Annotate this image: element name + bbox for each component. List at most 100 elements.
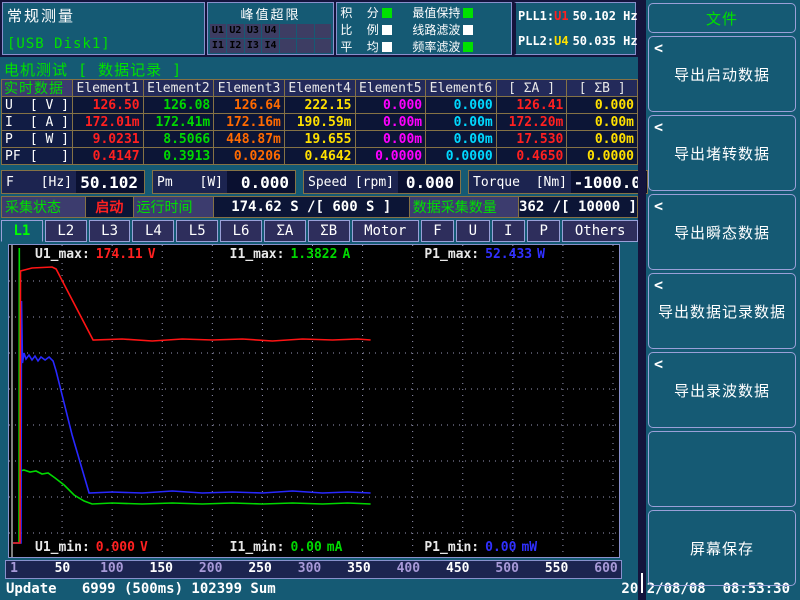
- min-label-p1_min: P1_min:0.00mW: [424, 540, 619, 555]
- runtime-value: 174.62 S /[ 600 S ]: [214, 197, 409, 217]
- tab-others[interactable]: Others: [562, 220, 638, 242]
- sidebar-button-屏幕保存[interactable]: 屏幕保存: [648, 510, 796, 586]
- sidebar-button-导出数据记录数据[interactable]: < 导出数据记录数据: [648, 273, 796, 349]
- x-tick-100: 100: [100, 561, 123, 576]
- tab-l3[interactable]: L3: [89, 220, 131, 242]
- sidebar-button-导出录波数据[interactable]: <导出录波数据: [648, 352, 796, 428]
- peak-cell-I2: I2: [227, 39, 244, 53]
- chart-label-unit: mW: [521, 540, 537, 555]
- indicator-off: [463, 25, 473, 35]
- column-header: Element6: [426, 80, 496, 96]
- sidebar-button-label: 导出启动数据: [674, 64, 770, 85]
- value-cell: 190.59m: [285, 114, 355, 130]
- peak-cell-empty-1-6: [315, 39, 332, 53]
- row-name: I: [5, 115, 13, 130]
- tab-σb[interactable]: ΣB: [308, 220, 350, 242]
- x-tick-550: 550: [545, 561, 568, 576]
- chart-label-value: 1.3822: [290, 247, 337, 262]
- x-tick-250: 250: [248, 561, 271, 576]
- readout-f: F[Hz]50.102: [1, 170, 145, 194]
- acq-status-value: 启动: [86, 197, 132, 217]
- tab-i[interactable]: I: [492, 220, 525, 242]
- tab-u[interactable]: U: [456, 220, 489, 242]
- indicator-on: [382, 8, 392, 18]
- pll-name: PLL1:: [518, 9, 554, 23]
- tab-l1[interactable]: L1: [1, 220, 43, 242]
- trend-chart: U1_max:174.11VI1_max:1.3822AP1_max:52.43…: [8, 244, 620, 558]
- value-cell: 19.655: [285, 131, 355, 147]
- value-cell: 0.00m: [426, 114, 496, 130]
- readout-label: Torque[Nm]: [469, 171, 571, 193]
- mode-label: 最值保持: [412, 4, 460, 21]
- min-label-u1_min: U1_min:0.000V: [35, 540, 230, 555]
- sidebar-button-label: 导出数据记录数据: [658, 301, 786, 322]
- usb-disk-status: [USB Disk1]: [7, 36, 111, 52]
- x-tick-200: 200: [199, 561, 222, 576]
- sidebar-menu: 文件 <导出启动数据<导出堵转数据<导出瞬态数据<导出数据记录数据<导出录波数据…: [648, 3, 796, 586]
- sidebar-button-导出瞬态数据[interactable]: <导出瞬态数据: [648, 194, 796, 270]
- readout-unit: [Hz]: [41, 175, 72, 190]
- value-cell: 126.50: [73, 97, 143, 113]
- value-cell: 0.000: [356, 97, 426, 113]
- peak-cell-U2: U2: [227, 24, 244, 38]
- chart-label-unit: A: [342, 247, 350, 262]
- value-cell: 0.00m: [567, 131, 637, 147]
- peak-cell-U3: U3: [245, 24, 262, 38]
- tab-p[interactable]: P: [527, 220, 560, 242]
- sidebar-button-label: 导出瞬态数据: [674, 222, 770, 243]
- value-cell: 126.41: [497, 97, 567, 113]
- sample-count-value: 362 /[ 10000 ]: [519, 197, 637, 217]
- readout-torque: Torque[Nm]-1000.0: [468, 170, 648, 194]
- mode-row-2: 平 均频率滤波: [340, 38, 508, 55]
- readout-value: 0.000: [398, 171, 460, 193]
- mode-row-1: 比 例线路滤波: [340, 21, 508, 38]
- readout-label: F[Hz]: [2, 171, 76, 193]
- tab-l5[interactable]: L5: [176, 220, 218, 242]
- top-strip: 常规测量 [USB Disk1] 峰值超限 U1U2U3U4I1I2I3I4 积…: [0, 0, 638, 57]
- sidebar-button-导出启动数据[interactable]: <导出启动数据: [648, 36, 796, 112]
- max-label-u1_max: U1_max:174.11V: [35, 247, 230, 262]
- sidebar-button-导出堵转数据[interactable]: <导出堵转数据: [648, 115, 796, 191]
- value-cell: 0.000: [426, 97, 496, 113]
- indicator-off: [382, 42, 392, 52]
- tab-l2[interactable]: L2: [45, 220, 87, 242]
- peak-overlimit-box: 峰值超限 U1U2U3U4I1I2I3I4: [207, 2, 335, 55]
- readout-unit: [Nm]: [536, 175, 567, 190]
- x-tick-350: 350: [347, 561, 370, 576]
- tab-motor[interactable]: Motor: [352, 220, 419, 242]
- value-cell: 126.64: [214, 97, 284, 113]
- value-cell: 0.0000: [567, 148, 637, 164]
- sidebar-cursor-tick: [641, 573, 643, 593]
- column-header: [ ΣA ]: [497, 80, 567, 96]
- peak-cell-empty-0-4: [280, 24, 297, 38]
- chart-label-name: U1_min:: [35, 540, 90, 555]
- tab-σa[interactable]: ΣA: [264, 220, 306, 242]
- pll-source: U4: [554, 34, 568, 48]
- tab-l6[interactable]: L6: [220, 220, 262, 242]
- x-tick-50: 50: [55, 561, 71, 576]
- chart-x-axis: 150100150200250300350400450500550600: [5, 560, 622, 579]
- max-label-i1_max: I1_max:1.3822A: [230, 247, 425, 262]
- chart-label-name: P1_max:: [424, 247, 479, 262]
- tab-l4[interactable]: L4: [132, 220, 174, 242]
- tab-f[interactable]: F: [421, 220, 454, 242]
- sidebar-button-empty[interactable]: [648, 431, 796, 507]
- row-unit: [ V ]: [30, 98, 69, 113]
- mode-item: 平 均: [340, 38, 412, 55]
- table-corner: 实时数据: [2, 80, 72, 96]
- peak-cell-U4: U4: [262, 24, 279, 38]
- chart-max-labels: U1_max:174.11VI1_max:1.3822AP1_max:52.43…: [35, 247, 619, 262]
- chart-label-unit: V: [148, 247, 156, 262]
- chart-label-value: 0.00: [485, 540, 516, 555]
- value-cell: 0.0206: [214, 148, 284, 164]
- row-name: PF: [5, 149, 21, 164]
- value-cell: 0.00m: [356, 114, 426, 130]
- pll-name: PLL2:: [518, 34, 554, 48]
- peak-cell-I3: I3: [245, 39, 262, 53]
- test-mode-line: 电机测试 [ 数据记录 ]: [4, 59, 182, 80]
- chevron-left-icon: <: [654, 276, 664, 294]
- sidebar-button-label: 导出堵转数据: [674, 143, 770, 164]
- indicator-off: [382, 25, 392, 35]
- row-label-I: I[ A ]: [2, 114, 72, 130]
- x-tick-450: 450: [446, 561, 469, 576]
